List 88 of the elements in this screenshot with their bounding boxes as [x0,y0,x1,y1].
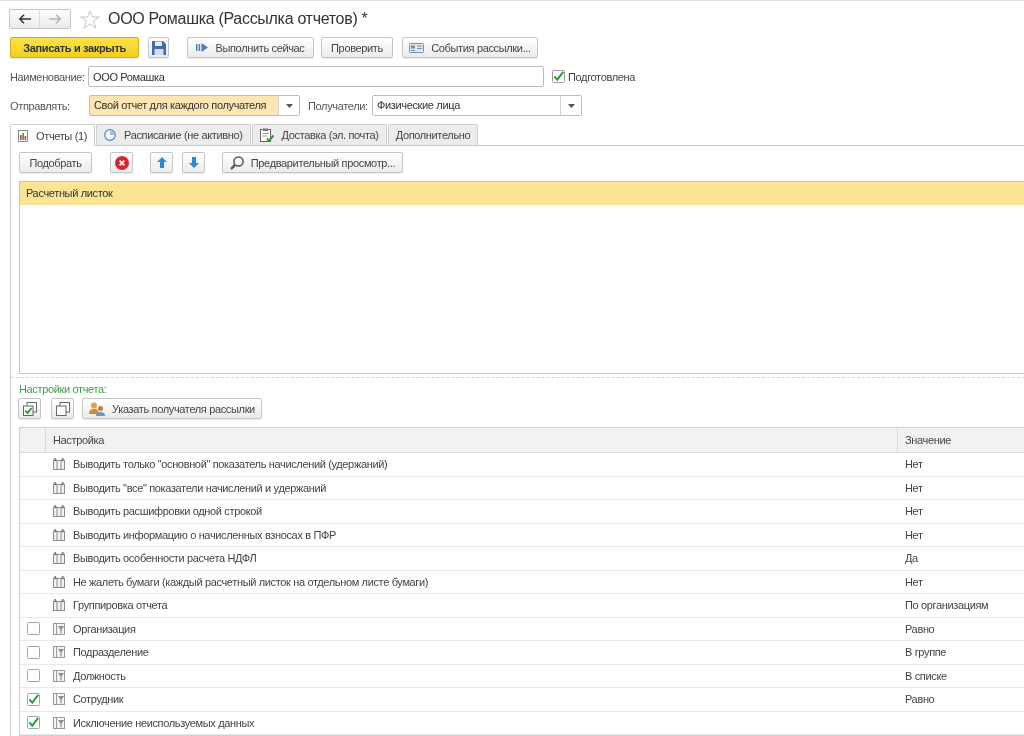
caret-icon [567,103,575,108]
recipients-dropdown[interactable]: Физические лица [372,95,582,116]
clock-icon [104,129,117,141]
setting-name: Сотрудник [73,693,124,706]
checkbox[interactable] [552,70,565,83]
delete-icon [114,155,129,170]
uncheck-all-button[interactable] [51,398,74,419]
events-button[interactable]: События рассылки... [402,37,538,58]
setting-value: В группе [905,646,947,659]
pick-button[interactable]: Подобрать [19,152,92,173]
move-down-button[interactable] [182,152,205,173]
setting-name: Группировка отчета [73,599,168,612]
set-recipient-button[interactable]: Указать получателя рассылки [82,398,262,419]
setting-value: В списке [905,669,947,682]
arrow-right-icon [49,14,61,24]
setting-name: Выводить информацию о начисленных взносах в ПФР [73,528,336,541]
filter-icon [53,669,65,682]
tab[interactable]: Дополнительно [387,124,479,145]
send-mode-dropdown[interactable]: Свой отчет для каждого получателя [89,95,300,116]
setting-name: Должность [73,669,126,682]
table-icon [53,481,65,494]
card-icon [409,42,425,53]
filter-icon [53,622,65,635]
report-icon [18,129,28,142]
checkbox[interactable] [27,645,40,659]
check-button[interactable]: Проверить [321,37,393,58]
setting-value: Нет [905,458,923,471]
preview-button[interactable]: Предварительный просмотр... [222,152,403,173]
check-all-button[interactable] [18,398,41,419]
report-list-item[interactable]: Расчетный листок [20,182,1024,205]
checkbox[interactable] [27,669,40,683]
field-label: Получатели: [308,99,369,112]
table-icon [53,575,65,588]
arrow-down-icon [188,157,199,168]
move-up-button[interactable] [150,152,173,173]
setting-name: Исключение неиспользуемых данных [73,716,255,729]
tab[interactable]: Расписание (не активно) [96,124,251,145]
table-icon [53,599,65,612]
table-icon [53,458,65,471]
tab[interactable]: Отчеты (1) [10,124,96,146]
tab[interactable]: Доставка (эл. почта) [251,124,387,145]
table-icon [53,505,65,518]
setting-name: Выводить "все" показатели начислений и удержаний [73,481,327,494]
setting-name: Не жалеть бумаги (каждый расчетный листок на отдельном листе бумаги) [73,575,429,588]
play-bars-icon [196,43,209,52]
setting-value: Нет [905,528,923,541]
name-input[interactable]: ООО Ромашка [88,66,544,87]
setting-name: Выводить только "основной" показатель начислений (удержаний) [73,458,388,471]
checkbox-label: Подготовлена [568,70,635,83]
checkbox[interactable] [27,692,40,706]
filter-icon [53,646,65,659]
setting-value: Нет [905,505,923,518]
setting-value: Нет [905,481,923,494]
stacked-squares-icon [55,401,70,416]
setting-value: Равно [905,622,935,635]
section-label: Настройки отчета: [19,382,107,396]
setting-value: По организациям [905,599,989,612]
setting-name: Выводить особенности расчета НДФЛ [73,552,257,565]
delete-button[interactable] [110,152,133,173]
save-button[interactable] [148,37,169,58]
arrow-left-icon [18,14,31,24]
table-icon [53,528,65,541]
run-now-button[interactable]: Выполнить сейчас [187,37,314,58]
setting-name: Подразделение [73,646,149,659]
filter-icon [53,716,65,729]
star-icon[interactable] [80,9,100,29]
table-icon [53,552,65,565]
people-icon [89,401,106,416]
setting-value: Да [905,552,918,565]
back-button[interactable] [9,9,40,29]
checkbox[interactable] [27,622,40,636]
window-title: ООО Ромашка (Рассылка отчетов) * [108,10,368,28]
checkbox[interactable] [27,716,40,730]
field-label: Отправлять: [10,99,71,112]
setting-name: Организация [73,622,136,635]
setting-name: Выводить расшифровки одной строкой [73,505,262,518]
setting-value: Равно [905,693,935,706]
setting-value: Нет [905,575,923,588]
magnifier-icon [229,155,244,170]
caret-icon [285,103,293,108]
check-all-icon [22,401,37,416]
column-header: Настройка [53,434,104,446]
column-header: Значение [905,434,951,446]
filter-icon [53,693,65,706]
arrow-up-icon [156,157,167,168]
save-and-close-button[interactable]: Записать и закрыть [10,37,139,58]
field-label: Наименование: [10,70,86,83]
clipboard-check-icon [259,128,274,142]
